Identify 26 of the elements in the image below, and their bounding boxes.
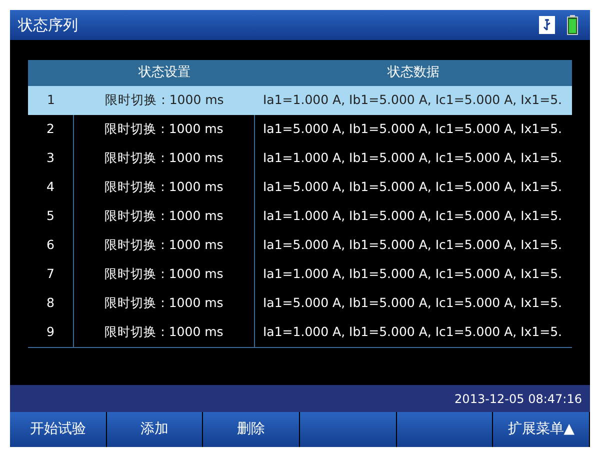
softkey-button[interactable]: 添加 [106,412,204,447]
table-cell-text: 限时切换 : 1000 ms [104,91,225,110]
table-cell: 限时切换 : 1000 ms [74,318,255,347]
table-cell-text: 1 [46,91,56,110]
table-row[interactable]: 1 限时切换 : 1000 ms Ia1=1.000 A, Ib1=5.000 A, Ic1=5.000 A, Ix1=5. [28,86,572,115]
softkey-button[interactable]: 开始试验 [10,412,107,447]
datetime-text: 2013-12-05 08:47:16 [454,390,582,408]
softkey-button[interactable]: 扩展菜单▲ [493,412,590,447]
table-cell-text: Ia1=5.000 A, Ib1=5.000 A, Ic1=5.000 A, Ix1=5. [262,120,564,138]
table-cell-text: Ia1=5.000 A, Ib1=5.000 A, Ic1=5.000 A, Ix1=5. [262,178,564,196]
softkey-button[interactable]: 删除 [203,412,300,447]
usb-icon [539,16,555,34]
battery-icon [567,15,578,35]
table-cell-text: Ia1=5.000 A, Ib1=5.000 A, Ic1=5.000 A, Ix1=5. [262,236,564,254]
column-header: 状态数据 [386,64,440,82]
table-cell-text: Ia1=1.000 A, Ib1=5.000 A, Ic1=5.000 A, Ix1=5. [262,91,564,110]
column-header: 状态设置 [137,64,192,82]
table-cell-text: Ia1=1.000 A, Ib1=5.000 A, Ic1=5.000 A, Ix1=5. [262,265,564,284]
table-cell-text: Ia1=5.000 A, Ib1=5.000 A, Ic1=5.000 A, Ix1=5. [262,294,564,312]
table-cell-text: Ia1=1.000 A, Ib1=5.000 A, Ic1=5.000 A, Ix1=5. [262,323,564,342]
table-cell-text: Ia1=1.000 A, Ib1=5.000 A, Ic1=5.000 A, Ix1=5. [262,149,564,168]
blank-softkey[interactable] [396,412,494,447]
blank-softkey[interactable] [300,412,397,447]
table-cell-text: Ia1=1.000 A, Ib1=5.000 A, Ic1=5.000 A, Ix1=5. [262,207,564,226]
table-cell: 9 [28,318,74,347]
window-title: 状态序列 [18,14,78,36]
